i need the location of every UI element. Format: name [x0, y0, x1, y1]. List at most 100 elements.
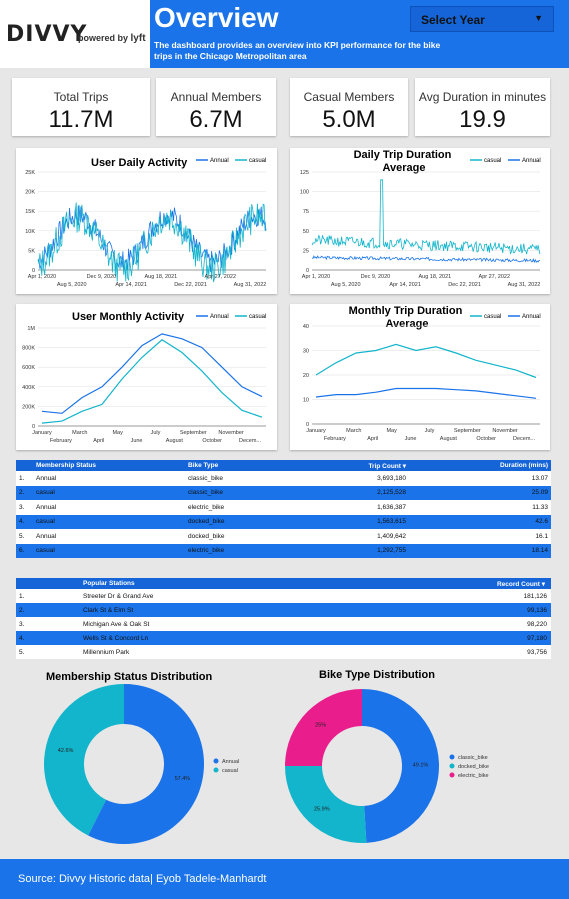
header-membership-status[interactable]: Membership Status — [35, 460, 187, 471]
cell-duration: 18.14 — [531, 547, 548, 555]
chart-svg: Daily Trip Duration Average casual Annua… — [300, 149, 541, 288]
cell-trip-count: 1,563,615 — [377, 518, 406, 526]
table-row[interactable]: 5. Millennium Park 93,756 — [16, 645, 551, 659]
cell-duration: 13.07 — [531, 474, 548, 482]
legend-dot — [213, 758, 219, 764]
powered-by-text: powered by — [78, 33, 129, 43]
series-lines — [315, 343, 537, 399]
chart-title: Daily Trip Duration Average — [354, 149, 455, 174]
chart-user-monthly-activity: User Monthly Activity Annual casual 0 200… — [16, 304, 277, 450]
legend-label: Annual — [210, 314, 229, 320]
cell-bike-type: electric_bike — [188, 503, 225, 511]
y-tick-label: 50 — [303, 229, 309, 235]
y-tick-label: 10 — [303, 398, 309, 404]
kpi-value: 5.0M — [322, 106, 376, 133]
legend-label: Annual — [522, 158, 541, 164]
x-tick-label: October — [476, 436, 496, 442]
header-cell-index — [16, 460, 35, 471]
chart-svg: Membership Status Distribution 57.4% 42.6… — [43, 671, 239, 844]
row-index: 1. — [19, 592, 25, 600]
divvy-logo: DIVVY — [6, 22, 88, 47]
x-tick-label: Decem... — [513, 436, 535, 442]
header-trip-count[interactable]: Trip Count ▾ — [339, 460, 407, 471]
x-tick-label: October — [202, 438, 222, 444]
y-tick-label: 20K — [25, 190, 35, 196]
x-tick-label: Apr 27, 2022 — [205, 274, 237, 280]
header-banner: Overview The dashboard provides an overv… — [150, 0, 569, 68]
row-index: 4. — [19, 634, 25, 642]
chart-title: Membership Status Distribution — [46, 671, 213, 683]
row-index: 2. — [19, 606, 25, 614]
x-tick-label: April — [93, 438, 104, 444]
chart-svg: Bike Type Distribution 49.1% 25.9% 25% cla… — [285, 669, 489, 843]
x-tick-label: Apr 1, 2020 — [302, 274, 330, 280]
cell-trip-count: 3,693,180 — [377, 474, 406, 482]
table-row[interactable]: 2. Clark St & Elm St 99,136 — [16, 603, 551, 617]
y-axis-ticks: 010203040 — [303, 324, 309, 428]
footer: Source: Divvy Historic data| Eyob Tadele… — [0, 859, 569, 899]
slice-value-label: 57.4% — [175, 776, 191, 782]
cell-record-count: 99,136 — [527, 606, 547, 614]
row-index: 6. — [19, 547, 25, 555]
slice-docked-bike[interactable] — [285, 766, 367, 843]
cell-status: casual — [36, 489, 55, 497]
header-bike-type[interactable]: Bike Type — [187, 460, 339, 471]
series-line-annual — [315, 387, 537, 399]
header-duration[interactable]: Duration (mins) — [407, 460, 551, 471]
year-select[interactable]: Select Year ▼ — [410, 6, 554, 32]
x-tick-label: Apr 27, 2022 — [479, 274, 511, 280]
x-tick-label: May — [112, 430, 123, 436]
table-row[interactable]: 1. Annual classic_bike 3,693,180 13.07 — [16, 471, 551, 486]
cell-trip-count: 1,636,387 — [377, 503, 406, 511]
chart-title: Bike Type Distribution — [319, 669, 435, 681]
cell-bike-type: classic_bike — [188, 474, 224, 482]
series-annual-line — [311, 255, 541, 264]
chart-svg: User Monthly Activity Annual casual 0200… — [22, 311, 266, 444]
cell-station-name: Wells St & Concord Ln — [83, 634, 149, 642]
table-row[interactable]: 5. Annual docked_bike 1,409,642 16.1 — [16, 529, 551, 544]
table-header-row: Membership Status Bike Type Trip Count ▾… — [16, 460, 551, 471]
x-axis-ticks: January March May July September November Febr… — [32, 430, 261, 444]
chart-membership-distribution: Membership Status Distribution 57.4% 42.6… — [16, 664, 276, 854]
table-row[interactable]: 2. casual classic_bike 2,125,528 25.09 — [16, 485, 551, 500]
chart-svg: Monthly Trip Duration Average casual Ann… — [303, 305, 541, 442]
table-row[interactable]: 4. casual docked_bike 1,563,615 42.6 — [16, 514, 551, 529]
kpi-label: Avg Duration in minutes — [418, 90, 547, 104]
chart-title: User Monthly Activity — [72, 311, 185, 323]
chart-user-daily-activity: User Daily Activity Annual casual 0 5K 10K… — [16, 148, 277, 294]
x-tick-label: January — [306, 428, 326, 434]
x-tick-label: Aug 31, 2022 — [234, 282, 267, 288]
legend-dot — [449, 763, 455, 769]
table-row[interactable]: 3. Michigan Ave & Oak St 98,220 — [16, 617, 551, 631]
x-tick-label: Dec 9, 2020 — [87, 274, 117, 280]
x-tick-label: September — [454, 428, 481, 434]
header-record-count[interactable]: Record Count ▾ — [348, 578, 551, 589]
kpi-total-trips: Total Trips 11.7M — [12, 78, 150, 136]
logo-panel: DIVVY powered by lyft — [0, 0, 150, 68]
y-tick-label: 800K — [22, 346, 35, 352]
table-row[interactable]: 1. Streeter Dr & Grand Ave 181,126 — [16, 589, 551, 603]
cell-record-count: 181,126 — [523, 592, 548, 600]
cell-status: casual — [36, 547, 55, 555]
x-tick-label: July — [425, 428, 435, 434]
x-tick-label: Apr 14, 2021 — [115, 282, 147, 288]
legend-label: casual — [249, 314, 266, 320]
footer-source: Source: Divvy Historic data| Eyob Tadele… — [18, 873, 267, 885]
kpi-label: Annual Members — [170, 90, 262, 104]
y-tick-label: 25K — [25, 170, 35, 176]
cell-record-count: 93,756 — [527, 648, 547, 656]
x-tick-label: May — [386, 428, 397, 434]
table-row[interactable]: 4. Wells St & Concord Ln 97,180 — [16, 631, 551, 645]
y-tick-label: 10K — [25, 229, 35, 235]
table-row[interactable]: 6. casual electric_bike 1,292,755 18.14 — [16, 543, 551, 558]
table-row[interactable]: 3. Annual electric_bike 1,636,387 11.33 — [16, 500, 551, 515]
legend-label: Annual — [522, 314, 541, 320]
stations-table: Popular Stations Record Count ▾ 1. Street… — [16, 578, 551, 659]
row-index: 3. — [19, 620, 25, 628]
x-tick-label: Aug 18, 2021 — [144, 274, 177, 280]
x-tick-label: February — [50, 438, 72, 444]
cell-station-name: Clark St & Elm St — [83, 606, 134, 614]
kpi-casual-members: Casual Members 5.0M — [290, 78, 408, 136]
header-popular-stations[interactable]: Popular Stations — [82, 578, 348, 589]
x-tick-label: Aug 31, 2022 — [508, 282, 541, 288]
